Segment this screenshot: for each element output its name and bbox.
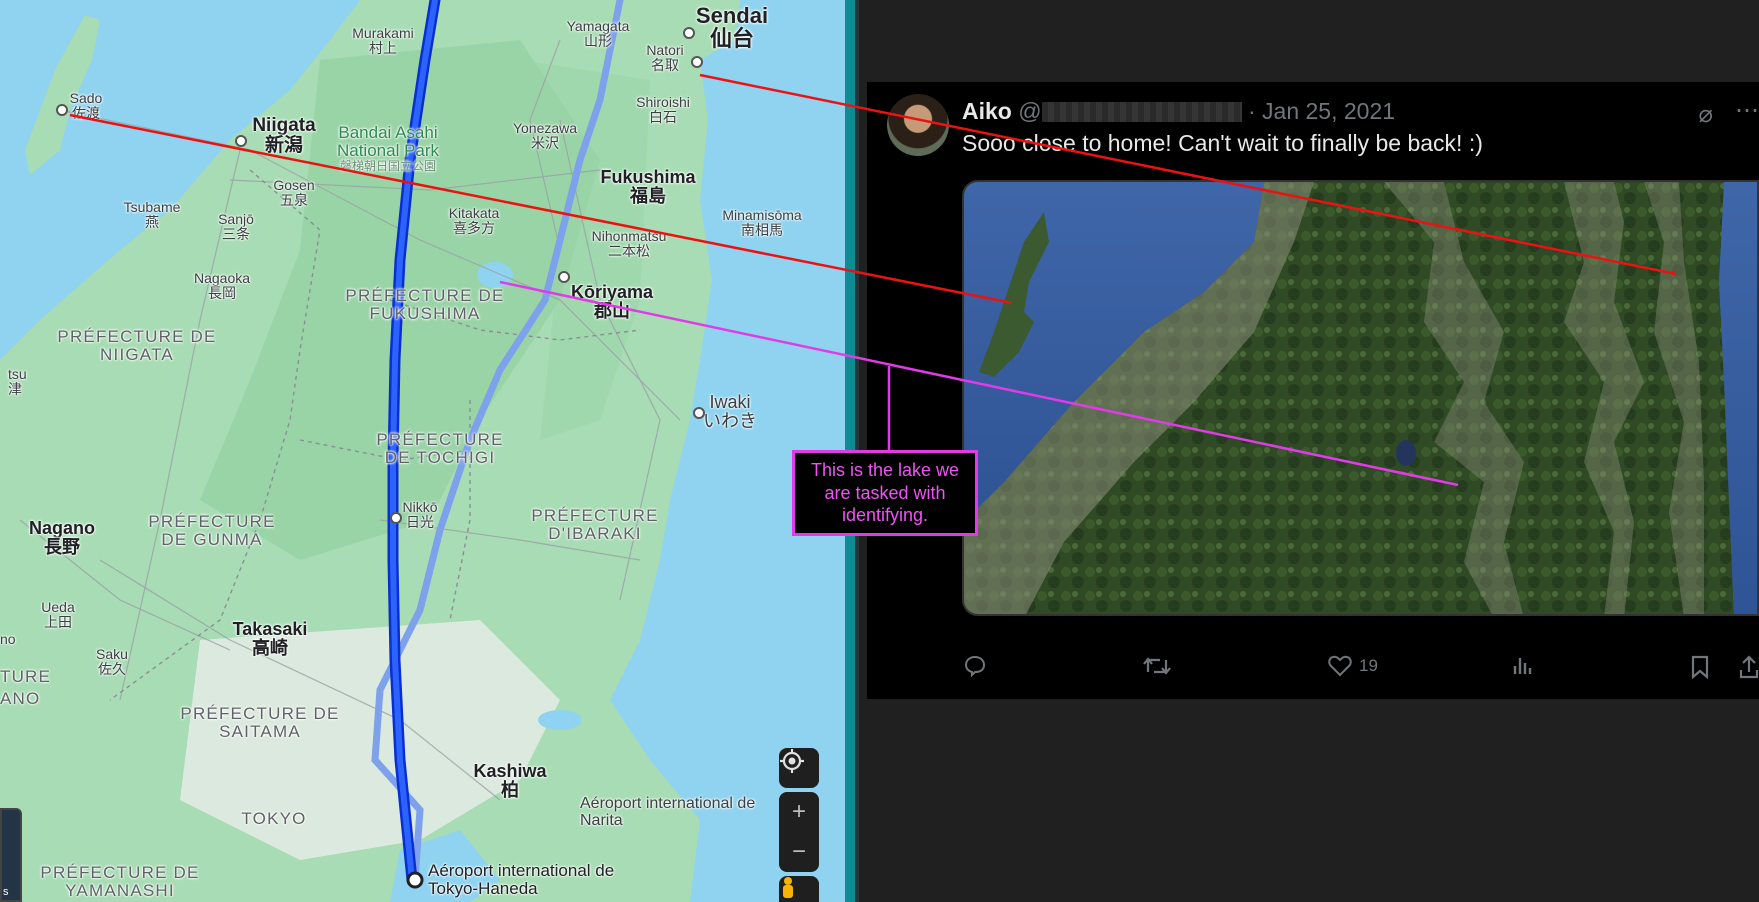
city-label-sanjo: Sanjō 三条 <box>218 211 254 242</box>
heart-icon <box>1328 655 1352 677</box>
tweet-separator: · <box>1247 98 1256 124</box>
city-label-kashiwa: Kashiwa 柏 <box>473 761 547 800</box>
prefecture-label-ibaraki: PRÉFECTURE D'IBARAKI <box>531 506 659 543</box>
edge-label-tsu: tsu 津 <box>8 366 27 397</box>
tweet-card[interactable]: Aiko @ · Jan 25, 2021 ⌀ ⋯ Sooo close to … <box>867 82 1759 699</box>
lake-callout-box: This is the lake we are tasked with iden… <box>792 450 978 536</box>
prefecture-label-tokyo: TOKYO <box>241 809 307 828</box>
redacted-handle <box>1041 102 1242 122</box>
prefecture-label-saitama: PRÉFECTURE DE SAITAMA <box>180 704 340 741</box>
city-label-natori: Natori 名取 <box>646 42 684 73</box>
map-panel[interactable]: Sendai 仙台 Murakami 村上 Yamagata 山形 Natori 名取 … <box>0 0 845 902</box>
like-button[interactable]: 19 <box>1327 654 1378 678</box>
city-marker-iwaki <box>693 407 705 419</box>
city-label-takasaki: Takasaki 高崎 <box>232 619 308 658</box>
bookmark-icon <box>1691 655 1709 680</box>
edge-label-ture: TURE <box>0 667 52 686</box>
crosshair-icon <box>780 749 804 773</box>
tweet-header: Aiko @ · Jan 25, 2021 <box>962 98 1395 125</box>
more-options-icon[interactable]: ⋯ <box>1735 96 1759 125</box>
tweet-author-name[interactable]: Aiko <box>962 98 1012 124</box>
city-label-fukushima: Fukushima 福島 <box>600 167 696 206</box>
city-label-shiroishi: Shiroishi 白石 <box>636 94 690 125</box>
satellite-image-graphic <box>964 182 1757 614</box>
like-count: 19 <box>1359 656 1378 675</box>
city-label-nagano: Nagano 長野 <box>28 518 96 557</box>
city-marker-sendai <box>683 27 695 39</box>
pegman-icon <box>783 877 793 898</box>
city-label-nikko: Nikkō 日光 <box>402 499 438 530</box>
city-label-kitakata: Kitakata 喜多方 <box>448 205 500 236</box>
prefecture-label-fukushima: PRÉFECTURE DE FUKUSHIMA <box>345 286 505 323</box>
lake-inawashiro <box>477 262 513 288</box>
city-label-ueda: Ueda 上田 <box>41 599 75 630</box>
street-view-pegman-button[interactable] <box>779 876 819 902</box>
zoom-in-button[interactable]: + <box>779 792 819 832</box>
city-label-niigata: Niigata 新潟 <box>252 115 316 156</box>
map-layers-thumbnail[interactable]: s <box>0 808 22 902</box>
retweet-icon <box>1143 657 1171 675</box>
reply-icon <box>964 655 986 678</box>
city-label-nihonmatsu: Nihonmatsu 二本松 <box>591 228 667 259</box>
edge-label-ano: ANO <box>0 689 41 708</box>
share-icon <box>1739 655 1759 679</box>
city-label-sado: Sado 佐渡 <box>69 90 103 121</box>
city-marker-nikko <box>390 512 402 524</box>
city-label-murakami: Murakami 村上 <box>352 25 414 56</box>
prefecture-label-yamanashi: PRÉFECTURE DE YAMANASHI <box>40 863 200 900</box>
city-label-saku: Saku 佐久 <box>96 646 128 677</box>
tweet-handle[interactable]: @ <box>1018 98 1242 124</box>
retweet-button[interactable] <box>1142 654 1172 678</box>
city-label-iwaki: Iwaki いわき <box>703 392 757 431</box>
city-label-yonezawa: Yonezawa 米沢 <box>512 120 578 151</box>
city-label-tsubame: Tsubame 燕 <box>123 199 181 230</box>
city-marker-koriyama <box>558 271 570 283</box>
tweet-text: Sooo close to home! Can't wait to finall… <box>962 130 1483 156</box>
city-label-sendai: Sendai 仙台 <box>695 3 769 52</box>
zoom-controls: + − <box>779 792 819 872</box>
avatar[interactable] <box>887 94 949 156</box>
park-label-bandai-asahi: Bandai Asahi National Park 磐梯朝日国立公園 <box>336 123 440 173</box>
airport-label-narita: Aéroport international de Narita <box>580 795 756 829</box>
reply-button[interactable] <box>962 654 988 678</box>
city-label-yamagata: Yamagata 山形 <box>566 18 630 49</box>
tweet-satellite-image[interactable] <box>962 180 1759 616</box>
share-button[interactable] <box>1739 654 1759 680</box>
prefecture-label-gunma: PRÉFECTURE DE GUNMA <box>148 512 276 549</box>
bookmark-button[interactable] <box>1689 654 1711 680</box>
bar-chart-icon <box>1513 658 1532 674</box>
city-label-minamisoma: Minamisōma 南相馬 <box>722 207 802 238</box>
grok-icon[interactable]: ⌀ <box>1699 100 1713 129</box>
zoom-out-button[interactable]: − <box>779 832 819 872</box>
city-marker-natori <box>691 56 703 68</box>
route-destination-marker <box>406 871 424 889</box>
prefecture-label-niigata: PRÉFECTURE DE NIIGATA <box>57 327 217 364</box>
views-button[interactable] <box>1510 654 1534 678</box>
city-label-koriyama: Kōriyama 郡山 <box>570 282 654 321</box>
city-label-gosen: Gosen 五泉 <box>273 177 315 208</box>
city-label-nagaoka: Nagaoka 長岡 <box>193 270 251 301</box>
city-marker-niigata <box>235 135 247 147</box>
edge-label-no: no <box>0 631 16 647</box>
airport-label-haneda: Aéroport international de Tokyo-Haneda <box>428 861 615 898</box>
prefecture-label-tochigi: PRÉFECTURE DE TOCHIGI <box>376 430 504 467</box>
tweet-date[interactable]: Jan 25, 2021 <box>1262 98 1395 124</box>
target-lake <box>1396 440 1416 466</box>
city-marker-sado <box>56 104 68 116</box>
my-location-button[interactable] <box>779 748 819 788</box>
